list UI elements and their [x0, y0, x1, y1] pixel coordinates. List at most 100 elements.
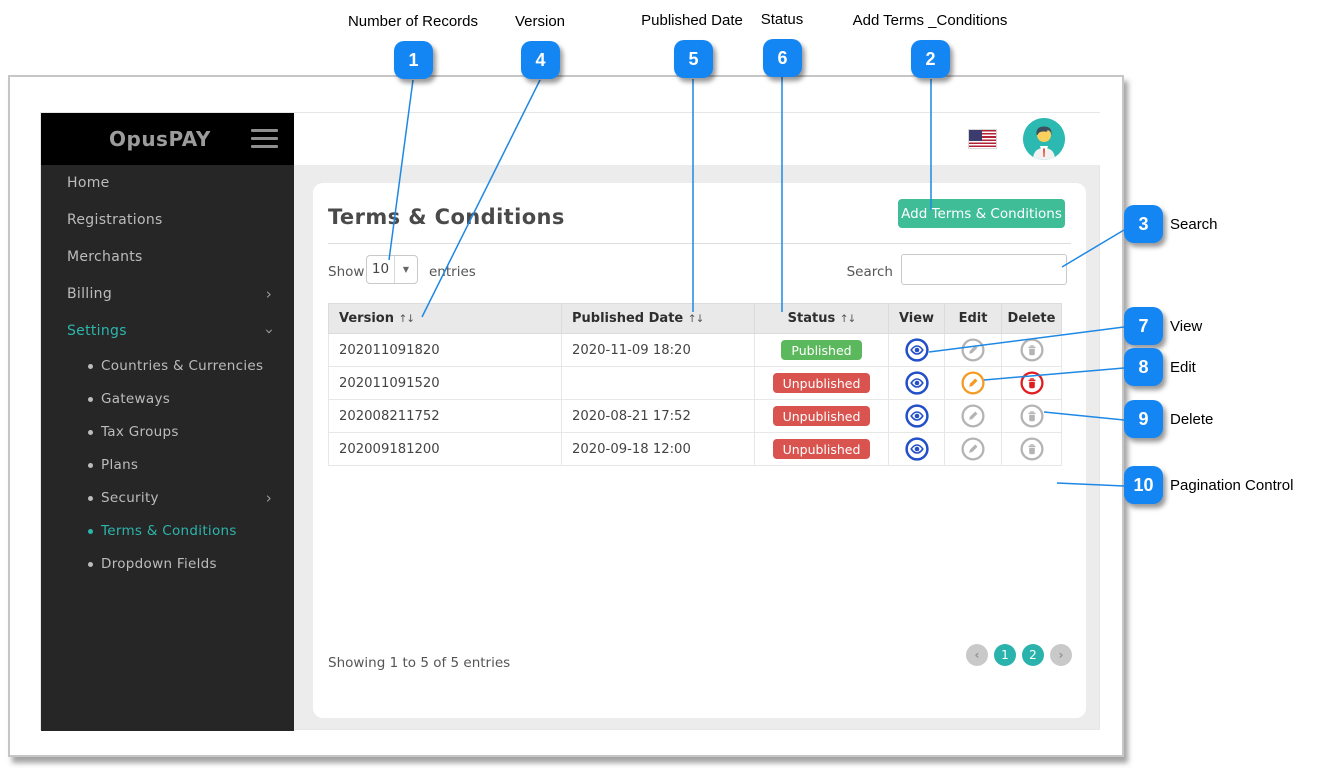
- callout-badge-10: 10: [1124, 466, 1163, 504]
- status-badge: Unpublished: [772, 406, 871, 426]
- screenshot-frame: OpusPAY Home Registrations Merchants Bil…: [8, 75, 1124, 757]
- page-size-select[interactable]: 10 ▼: [366, 255, 418, 284]
- avatar-person-icon: [1023, 118, 1065, 160]
- dropdown-caret-icon: ▼: [402, 265, 410, 274]
- pagination-prev-button[interactable]: ‹: [966, 644, 988, 666]
- callout-label-published-date: Published Date: [641, 12, 743, 29]
- search-input[interactable]: [901, 254, 1067, 285]
- callout-label-search: Search: [1170, 216, 1218, 233]
- pagination-page-2[interactable]: 2: [1022, 644, 1044, 666]
- sidebar-subitem-terms-conditions[interactable]: Terms & Conditions: [41, 515, 294, 548]
- version-cell: 202008211752: [328, 399, 562, 433]
- hamburger-menu-icon[interactable]: [251, 129, 278, 149]
- sidebar: OpusPAY Home Registrations Merchants Bil…: [41, 113, 294, 731]
- callout-label-version: Version: [514, 13, 566, 30]
- callout-label-delete: Delete: [1170, 411, 1214, 428]
- add-terms-conditions-button[interactable]: Add Terms & Conditions: [898, 199, 1065, 228]
- sidebar-item-registrations[interactable]: Registrations: [41, 202, 294, 239]
- callout-badge-8: 8: [1124, 348, 1163, 386]
- column-header-edit: Edit: [944, 303, 1002, 334]
- divider: [328, 243, 1071, 244]
- table-row: 202011091520 Unpublished: [328, 366, 1062, 400]
- sort-icon: ↑↓: [398, 313, 416, 325]
- entries-label: entries: [429, 264, 476, 280]
- sidebar-subitem-security[interactable]: Security ›: [41, 482, 294, 515]
- published-date-cell: [561, 366, 755, 400]
- callout-badge-2: 2: [911, 40, 950, 78]
- sidebar-item-billing[interactable]: Billing ›: [41, 276, 294, 313]
- version-cell: 202011091820: [328, 333, 562, 367]
- bullet-icon: [88, 364, 93, 369]
- column-header-view: View: [888, 303, 945, 334]
- edit-icon[interactable]: [961, 338, 985, 362]
- callout-badge-5: 5: [674, 40, 713, 78]
- bullet-icon: [88, 496, 93, 501]
- pagination: ‹ 1 2 ›: [966, 644, 1072, 666]
- edit-icon[interactable]: [961, 371, 985, 395]
- pagination-next-button[interactable]: ›: [1050, 644, 1072, 666]
- callout-badge-9: 9: [1124, 400, 1163, 438]
- table-header-row: Version ↑↓ Published Date ↑↓ Status ↑↓ V…: [328, 303, 1062, 334]
- sidebar-item-merchants[interactable]: Merchants: [41, 239, 294, 276]
- sidebar-subitem-dropdown-fields[interactable]: Dropdown Fields: [41, 548, 294, 581]
- app-window: OpusPAY Home Registrations Merchants Bil…: [40, 112, 1101, 731]
- brand-bar: OpusPAY: [41, 113, 294, 165]
- callout-label-status: Status: [760, 11, 804, 28]
- top-bar: [294, 113, 1101, 165]
- view-icon[interactable]: [904, 338, 929, 362]
- sidebar-item-home[interactable]: Home: [41, 165, 294, 202]
- brand-logo: OpusPAY: [109, 127, 211, 151]
- callout-badge-1: 1: [394, 41, 433, 79]
- published-date-cell: 2020-11-09 18:20: [561, 333, 755, 367]
- column-header-published-date[interactable]: Published Date ↑↓: [561, 303, 755, 334]
- callout-label-number-of-records: Number of Records: [347, 13, 479, 30]
- table-row: 202011091820 2020-11-09 18:20 Published: [328, 333, 1062, 367]
- language-us-flag-icon[interactable]: [968, 129, 997, 149]
- edit-icon[interactable]: [961, 404, 985, 428]
- view-icon[interactable]: [904, 371, 929, 395]
- callout-label-view: View: [1170, 318, 1203, 335]
- bullet-icon: [88, 397, 93, 402]
- edit-icon[interactable]: [961, 437, 985, 461]
- sidebar-subitem-gateways[interactable]: Gateways: [41, 383, 294, 416]
- column-header-status[interactable]: Status ↑↓: [754, 303, 889, 334]
- view-icon[interactable]: [904, 437, 929, 461]
- delete-icon[interactable]: [1019, 437, 1044, 461]
- search-label: Search: [846, 264, 893, 280]
- published-date-cell: 2020-09-18 12:00: [561, 432, 755, 466]
- chevron-right-icon: ›: [265, 489, 272, 507]
- callout-badge-3: 3: [1124, 205, 1163, 243]
- page-size-value: 10: [367, 256, 395, 283]
- sort-icon: ↑↓: [839, 313, 857, 325]
- bullet-icon: [88, 463, 93, 468]
- version-cell: 202011091520: [328, 366, 562, 400]
- view-icon[interactable]: [904, 404, 929, 428]
- table-row: 202009181200 2020-09-18 12:00 Unpublishe…: [328, 432, 1062, 466]
- callout-badge-4: 4: [521, 41, 560, 79]
- table-row: 202008211752 2020-08-21 17:52 Unpublishe…: [328, 399, 1062, 433]
- user-avatar[interactable]: [1023, 118, 1065, 160]
- status-badge: Unpublished: [772, 439, 871, 459]
- column-header-version[interactable]: Version ↑↓: [328, 303, 562, 334]
- chevron-down-icon: ›: [260, 328, 279, 335]
- callout-badge-6: 6: [763, 39, 802, 77]
- delete-icon[interactable]: [1019, 404, 1044, 428]
- content-card: Terms & Conditions Add Terms & Condition…: [313, 183, 1086, 718]
- sidebar-item-settings[interactable]: Settings ›: [41, 313, 294, 350]
- bullet-icon: [88, 529, 93, 534]
- chevron-right-icon: ›: [265, 285, 272, 303]
- sidebar-subitem-plans[interactable]: Plans: [41, 449, 294, 482]
- pagination-page-1[interactable]: 1: [994, 644, 1016, 666]
- sidebar-nav: Home Registrations Merchants Billing › Se…: [41, 165, 294, 581]
- sidebar-subitem-countries-currencies[interactable]: Countries & Currencies: [41, 350, 294, 383]
- sidebar-subitem-tax-groups[interactable]: Tax Groups: [41, 416, 294, 449]
- delete-icon[interactable]: [1019, 338, 1044, 362]
- terms-conditions-table: Version ↑↓ Published Date ↑↓ Status ↑↓ V…: [328, 303, 1062, 466]
- status-badge: Unpublished: [772, 373, 871, 393]
- delete-icon[interactable]: [1019, 371, 1044, 395]
- published-date-cell: 2020-08-21 17:52: [561, 399, 755, 433]
- show-label: Show: [328, 264, 365, 280]
- bullet-icon: [88, 562, 93, 567]
- entries-summary: Showing 1 to 5 of 5 entries: [328, 655, 511, 671]
- page-title: Terms & Conditions: [328, 205, 565, 229]
